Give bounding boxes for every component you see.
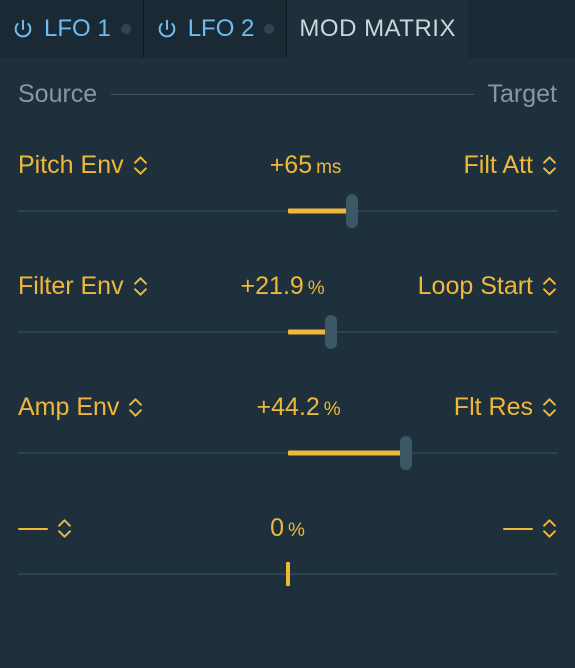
slider-thumb[interactable] (346, 194, 358, 228)
amount-value[interactable]: +65ms (270, 151, 342, 180)
indicator-dot-icon (264, 24, 274, 34)
amount-slider[interactable] (18, 319, 557, 345)
source-picker[interactable]: Filter Env (18, 272, 148, 301)
tab-bar: LFO 1 LFO 2 MOD MATRIX (0, 0, 575, 58)
amount-value[interactable]: +21.9% (241, 272, 325, 301)
source-picker[interactable]: Pitch Env (18, 151, 148, 180)
target-picker[interactable]: Loop Start (418, 272, 557, 301)
target-label: Loop Start (418, 272, 533, 301)
source-label: Filter Env (18, 272, 124, 301)
slider-thumb[interactable] (400, 436, 412, 470)
source-label: Amp Env (18, 393, 119, 422)
amount-number: +65 (270, 151, 312, 179)
mod-matrix-panel: Source Target Pitch Env +65ms Filt Att Filt… (0, 58, 575, 587)
target-label: Filt Att (464, 151, 533, 180)
mod-row-controls: Pitch Env +65ms Filt Att (18, 151, 557, 180)
updown-icon (543, 155, 557, 177)
amount-value[interactable]: +44.2% (257, 393, 341, 422)
slider-thumb[interactable] (325, 315, 337, 349)
amount-slider[interactable] (18, 561, 557, 587)
mod-row: Amp Env +44.2% Flt Res (18, 393, 557, 466)
source-header: Source (18, 80, 97, 109)
slider-center-tick (286, 562, 290, 586)
mod-row-controls: Amp Env +44.2% Flt Res (18, 393, 557, 422)
target-picker[interactable]: Flt Res (454, 393, 557, 422)
amount-unit: % (308, 278, 325, 299)
amount-unit: % (288, 520, 305, 541)
amount-unit: ms (316, 157, 341, 178)
mod-row: Pitch Env +65ms Filt Att (18, 151, 557, 224)
slider-fill (288, 209, 353, 214)
target-label: Flt Res (454, 393, 533, 422)
tab-mod-matrix[interactable]: MOD MATRIX (287, 0, 468, 58)
updown-icon (134, 276, 148, 298)
empty-dash-icon (503, 528, 533, 530)
mod-row: 0% (18, 514, 557, 587)
updown-icon (543, 518, 557, 540)
amount-number: +21.9 (241, 272, 304, 300)
column-header-row: Source Target (18, 80, 557, 109)
amount-unit: % (324, 399, 341, 420)
tab-lfo2[interactable]: LFO 2 (144, 0, 288, 58)
power-icon[interactable] (12, 18, 34, 40)
slider-fill (288, 451, 407, 456)
updown-icon (134, 155, 148, 177)
amount-number: 0 (270, 514, 284, 542)
indicator-dot-icon (121, 24, 131, 34)
amount-value[interactable]: 0% (270, 514, 305, 543)
mod-row: Filter Env +21.9% Loop Start (18, 272, 557, 345)
header-divider-line (111, 94, 473, 95)
amount-slider[interactable] (18, 198, 557, 224)
source-picker[interactable] (18, 518, 72, 540)
mod-row-controls: 0% (18, 514, 557, 543)
target-picker[interactable]: Filt Att (464, 151, 557, 180)
tab-label: MOD MATRIX (299, 15, 456, 43)
tab-label: LFO 2 (188, 15, 255, 43)
tab-label: LFO 1 (44, 15, 111, 43)
source-picker[interactable]: Amp Env (18, 393, 143, 422)
target-picker[interactable] (503, 518, 557, 540)
mod-row-controls: Filter Env +21.9% Loop Start (18, 272, 557, 301)
updown-icon (543, 276, 557, 298)
target-header: Target (488, 80, 557, 109)
amount-number: +44.2 (257, 393, 320, 421)
updown-icon (129, 397, 143, 419)
power-icon[interactable] (156, 18, 178, 40)
empty-dash-icon (18, 528, 48, 530)
amount-slider[interactable] (18, 440, 557, 466)
tab-lfo1[interactable]: LFO 1 (0, 0, 144, 58)
source-label: Pitch Env (18, 151, 124, 180)
updown-icon (543, 397, 557, 419)
updown-icon (58, 518, 72, 540)
